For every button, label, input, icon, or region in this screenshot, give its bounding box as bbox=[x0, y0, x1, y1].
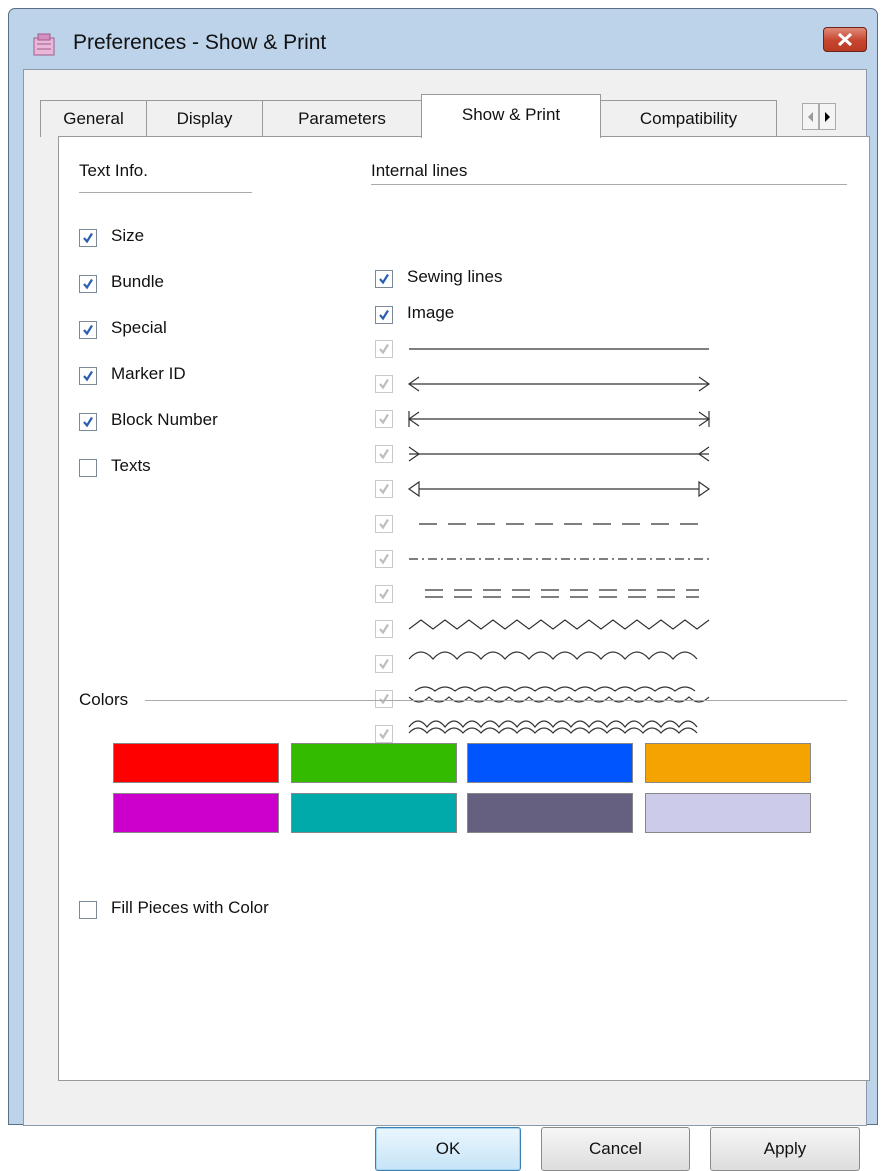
colors-heading: Colors bbox=[79, 690, 129, 709]
text-info-heading: Text Info. bbox=[79, 161, 148, 180]
text-info-marker-id-label: Marker ID bbox=[111, 364, 186, 383]
checkmark-icon bbox=[83, 232, 93, 244]
line-style-loops bbox=[408, 720, 698, 734]
tab-general[interactable]: General bbox=[40, 100, 147, 137]
preferences-window: Preferences - Show & Print General Displa… bbox=[8, 8, 878, 1171]
checkmark-icon bbox=[379, 448, 389, 460]
tab-compatibility[interactable]: Compatibility bbox=[600, 100, 777, 137]
ok-button[interactable]: OK bbox=[375, 1127, 521, 1171]
window-title: Preferences - Show & Print bbox=[73, 31, 327, 54]
tab-parameters[interactable]: Parameters bbox=[262, 100, 422, 137]
color-swatch[interactable] bbox=[467, 743, 633, 783]
text-info-bundle-label: Bundle bbox=[111, 272, 164, 291]
line-style-barbed-arrow-checkbox[interactable] bbox=[375, 410, 393, 428]
line-style-wave-checkbox[interactable] bbox=[375, 655, 393, 673]
line-style-double-arrow bbox=[407, 376, 711, 392]
text-info-texts-checkbox[interactable] bbox=[79, 459, 97, 477]
line-style-inward-arrow-checkbox[interactable] bbox=[375, 445, 393, 463]
line-style-inward-arrow bbox=[408, 446, 710, 462]
fill-pieces-checkbox[interactable] bbox=[79, 901, 97, 919]
line-style-zigzag bbox=[408, 619, 710, 630]
checkmark-icon bbox=[379, 553, 389, 565]
tab-scroll-right[interactable] bbox=[819, 103, 836, 130]
show-print-panel: Text Info. Size Bundle Special Marker ID Blo… bbox=[58, 136, 870, 1081]
color-swatch[interactable] bbox=[467, 793, 633, 833]
text-info-marker-id-checkbox[interactable] bbox=[79, 367, 97, 385]
cancel-button[interactable]: Cancel bbox=[541, 1127, 690, 1171]
apply-button[interactable]: Apply bbox=[710, 1127, 860, 1171]
checkmark-icon bbox=[379, 728, 389, 740]
checkmark-icon bbox=[379, 273, 389, 285]
title-bar[interactable]: Preferences - Show & Print bbox=[9, 9, 877, 67]
text-info-block-number-checkbox[interactable] bbox=[79, 413, 97, 431]
internal-sewing-lines-checkbox[interactable] bbox=[375, 270, 393, 288]
text-info-special-checkbox[interactable] bbox=[79, 321, 97, 339]
checkmark-icon bbox=[379, 343, 389, 355]
dialog-client-area: General Display Parameters Show & Print Comp… bbox=[23, 69, 870, 1171]
line-style-loops-checkbox[interactable] bbox=[375, 725, 393, 743]
checkmark-icon bbox=[83, 370, 93, 382]
chevron-left-icon bbox=[808, 112, 813, 122]
checkmark-icon bbox=[379, 588, 389, 600]
line-style-double-dash bbox=[425, 589, 699, 598]
color-swatch[interactable] bbox=[113, 793, 279, 833]
line-style-scallop-checkbox[interactable] bbox=[375, 690, 393, 708]
checkmark-icon bbox=[83, 278, 93, 290]
internal-image-label: Image bbox=[407, 303, 455, 322]
color-swatch[interactable] bbox=[645, 793, 811, 833]
app-icon bbox=[33, 33, 55, 56]
line-style-dash-dot-checkbox[interactable] bbox=[375, 550, 393, 568]
close-icon bbox=[837, 33, 853, 46]
checkmark-icon bbox=[379, 693, 389, 705]
color-swatch[interactable] bbox=[291, 743, 457, 783]
chevron-right-icon bbox=[825, 112, 830, 122]
line-style-solid-checkbox[interactable] bbox=[375, 340, 393, 358]
line-style-triangle-arrow-checkbox[interactable] bbox=[375, 480, 393, 498]
tab-scroll-left[interactable] bbox=[802, 103, 819, 130]
internal-lines-heading: Internal lines bbox=[371, 161, 468, 180]
color-swatch[interactable] bbox=[645, 743, 811, 783]
close-button[interactable] bbox=[823, 27, 867, 52]
internal-sewing-lines-label: Sewing lines bbox=[407, 267, 503, 286]
line-style-double-arrow-checkbox[interactable] bbox=[375, 375, 393, 393]
color-swatch[interactable] bbox=[291, 793, 457, 833]
text-info-size-label: Size bbox=[111, 226, 145, 245]
checkmark-icon bbox=[379, 518, 389, 530]
text-info-block-number-label: Block Number bbox=[111, 410, 218, 429]
checkmark-icon bbox=[379, 623, 389, 635]
checkmark-icon bbox=[379, 413, 389, 425]
internal-lines-divider bbox=[371, 184, 847, 185]
checkmark-icon bbox=[379, 483, 389, 495]
text-info-divider bbox=[79, 192, 252, 193]
line-style-long-dash-checkbox[interactable] bbox=[375, 515, 393, 533]
line-style-barbed-arrow bbox=[407, 411, 711, 427]
fill-pieces-label: Fill Pieces with Color bbox=[111, 898, 269, 917]
tab-show-print[interactable]: Show & Print bbox=[421, 94, 601, 138]
checkmark-icon bbox=[83, 324, 93, 336]
internal-image-checkbox[interactable] bbox=[375, 306, 393, 324]
text-info-size-checkbox[interactable] bbox=[79, 229, 97, 247]
tab-display[interactable]: Display bbox=[146, 100, 263, 137]
checkmark-icon bbox=[379, 378, 389, 390]
text-info-special-label: Special bbox=[111, 318, 167, 337]
checkmark-icon bbox=[379, 658, 389, 670]
line-style-double-dash-checkbox[interactable] bbox=[375, 585, 393, 603]
checkmark-icon bbox=[379, 309, 389, 321]
line-style-triangle-arrow bbox=[407, 480, 711, 498]
color-swatch[interactable] bbox=[113, 743, 279, 783]
text-info-texts-label: Texts bbox=[111, 456, 151, 475]
line-style-wave bbox=[408, 651, 698, 660]
colors-divider bbox=[145, 700, 847, 701]
checkmark-icon bbox=[83, 416, 93, 428]
text-info-bundle-checkbox[interactable] bbox=[79, 275, 97, 293]
line-style-zigzag-checkbox[interactable] bbox=[375, 620, 393, 638]
